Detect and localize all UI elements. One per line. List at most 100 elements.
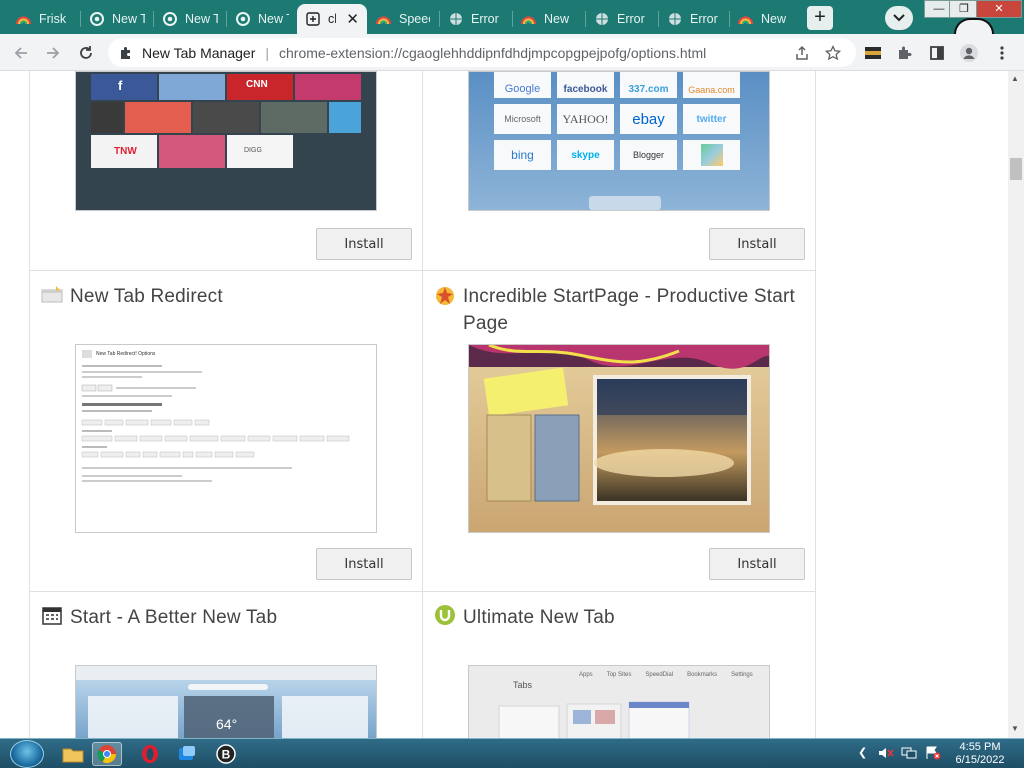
opera-icon[interactable] bbox=[135, 742, 165, 766]
tab-title: Frisk bbox=[39, 12, 67, 26]
speed-dial-tile: Microsoft bbox=[494, 104, 551, 134]
tab-2[interactable]: New T bbox=[154, 4, 226, 34]
extension-card: f CNN TNW DIGG Install bbox=[29, 71, 423, 271]
speed-dial-tile: twitter bbox=[683, 104, 740, 134]
star-icon bbox=[825, 45, 841, 61]
action-center-flag-icon[interactable] bbox=[925, 746, 941, 763]
tab-title: New bbox=[544, 12, 570, 26]
screen: Frisk New T New T New T ch ✕ Speec E bbox=[0, 0, 1024, 768]
extension-puzzle-icon[interactable] bbox=[118, 45, 134, 61]
volume-muted-icon[interactable] bbox=[878, 746, 894, 763]
card-title: Start - A Better New Tab bbox=[70, 607, 278, 628]
rainbow-favicon-icon bbox=[521, 12, 536, 27]
side-panel-icon bbox=[930, 46, 944, 60]
extension-action-button[interactable] bbox=[861, 41, 885, 65]
tab-0[interactable]: Frisk bbox=[8, 4, 80, 34]
share-icon bbox=[796, 45, 808, 60]
calendar-card-icon bbox=[40, 604, 64, 626]
tab-3[interactable]: New T bbox=[227, 4, 297, 34]
tile-label: f bbox=[118, 78, 123, 93]
svg-text:B: B bbox=[222, 748, 231, 762]
profile-button[interactable] bbox=[957, 41, 981, 65]
taskbar-clock[interactable]: 4:55 PM 6/15/2022 bbox=[950, 741, 1010, 767]
tab-title: New T bbox=[258, 12, 289, 26]
preview-screenshot: Tabs Apps Top Sites SpeedDial Bookmarks … bbox=[468, 665, 770, 738]
address-bar[interactable]: New Tab Manager | chrome-extension://cga… bbox=[108, 38, 856, 67]
rainbow-favicon-icon bbox=[376, 12, 391, 27]
redirect-card-icon bbox=[40, 283, 64, 305]
card-title: New Tab Redirect bbox=[70, 286, 223, 307]
side-panel-button[interactable] bbox=[925, 41, 949, 65]
tab-10[interactable]: New bbox=[730, 4, 800, 34]
reload-icon bbox=[80, 46, 92, 59]
menu-button[interactable] bbox=[990, 41, 1014, 65]
tab-9[interactable]: Error bbox=[659, 4, 729, 34]
arrow-right-icon bbox=[47, 47, 60, 59]
scroll-down-arrow-icon[interactable]: ▼ bbox=[1011, 724, 1019, 733]
speed-dial-tile: ebay bbox=[620, 104, 677, 134]
tab-title: New bbox=[761, 12, 787, 26]
tray-expand-icon[interactable]: ❮ bbox=[858, 746, 867, 759]
tab-title: Error bbox=[617, 12, 645, 26]
separator: | bbox=[265, 44, 270, 61]
startpage-card-icon bbox=[433, 285, 457, 307]
tab-title: Error bbox=[690, 12, 718, 26]
start-orb-icon[interactable] bbox=[10, 740, 44, 768]
tab-5[interactable]: Speec bbox=[368, 4, 438, 34]
close-window-button[interactable]: ✕ bbox=[976, 0, 1022, 18]
globe-error-icon bbox=[667, 12, 682, 27]
messenger-icon[interactable] bbox=[172, 742, 202, 766]
preview-screenshot: Google facebook 337.com Gaana.com Micros… bbox=[468, 71, 770, 211]
install-button[interactable]: Install bbox=[316, 228, 412, 260]
extensions-button[interactable] bbox=[893, 41, 917, 65]
scrollbar-thumb[interactable] bbox=[1010, 158, 1022, 180]
back-button[interactable] bbox=[9, 41, 33, 65]
tab-7[interactable]: New bbox=[513, 4, 585, 34]
arrow-left-icon bbox=[14, 47, 27, 59]
scroll-up-arrow-icon[interactable]: ▲ bbox=[1011, 74, 1019, 83]
rainbow-favicon-icon bbox=[738, 12, 753, 27]
maximize-window-button[interactable]: ❐ bbox=[949, 0, 979, 18]
new-tab-button[interactable]: + bbox=[807, 6, 833, 30]
tab-title: Speec bbox=[399, 12, 430, 26]
ultimate-u-icon bbox=[433, 604, 457, 626]
profile-peek-icon bbox=[954, 18, 994, 34]
chromium-favicon-icon bbox=[89, 12, 104, 27]
reload-button[interactable] bbox=[74, 41, 98, 65]
tab-1[interactable]: New T bbox=[81, 4, 153, 34]
install-button[interactable]: Install bbox=[709, 548, 805, 580]
card-header: New Tab Redirect bbox=[40, 283, 410, 310]
speed-dial-tile: YAHOO! bbox=[557, 104, 614, 134]
b-app-icon[interactable]: B bbox=[211, 742, 241, 766]
extension-card: Start - A Better New Tab 64° bbox=[29, 592, 423, 738]
install-button[interactable]: Install bbox=[316, 548, 412, 580]
bookmark-button[interactable] bbox=[821, 41, 845, 65]
card-header: Ultimate New Tab bbox=[433, 604, 803, 631]
extension-card: Incredible StartPage - Productive Start … bbox=[422, 271, 816, 592]
install-button[interactable]: Install bbox=[709, 228, 805, 260]
close-tab-icon[interactable]: ✕ bbox=[346, 10, 359, 28]
url-text: chrome-extension://cgaoglehhddipnfdhdjmp… bbox=[279, 44, 707, 61]
tab-6[interactable]: Error bbox=[440, 4, 512, 34]
speed-dial-tile: Google bbox=[494, 72, 551, 98]
forward-button[interactable] bbox=[41, 41, 65, 65]
rainbow-favicon-icon bbox=[16, 12, 31, 27]
share-button[interactable] bbox=[790, 41, 814, 65]
kebab-menu-icon bbox=[1000, 46, 1004, 60]
speed-dial-tile: bing bbox=[494, 140, 551, 170]
tile-label: DIGG bbox=[244, 147, 262, 154]
clock-date: 6/15/2022 bbox=[955, 754, 1005, 766]
network-icon[interactable] bbox=[901, 746, 917, 763]
extension-card: Ultimate New Tab Tabs Apps Top Sites Spe… bbox=[422, 592, 816, 738]
tab-4-active[interactable]: ch ✕ bbox=[297, 4, 367, 34]
preview-screenshot: New Tab Redirect! Options bbox=[75, 344, 377, 533]
speed-dial-tile: Gaana.com bbox=[683, 72, 740, 98]
chromium-favicon-icon bbox=[235, 12, 250, 27]
file-explorer-icon[interactable] bbox=[58, 742, 88, 766]
puzzle-icon bbox=[899, 46, 912, 59]
tab-search-button[interactable] bbox=[885, 6, 913, 30]
chrome-taskbar-icon[interactable] bbox=[92, 742, 122, 766]
extension-page-icon bbox=[305, 12, 320, 27]
options-page: f CNN TNW DIGG Install Google facebook 3… bbox=[0, 71, 1008, 738]
tab-8[interactable]: Error bbox=[586, 4, 658, 34]
